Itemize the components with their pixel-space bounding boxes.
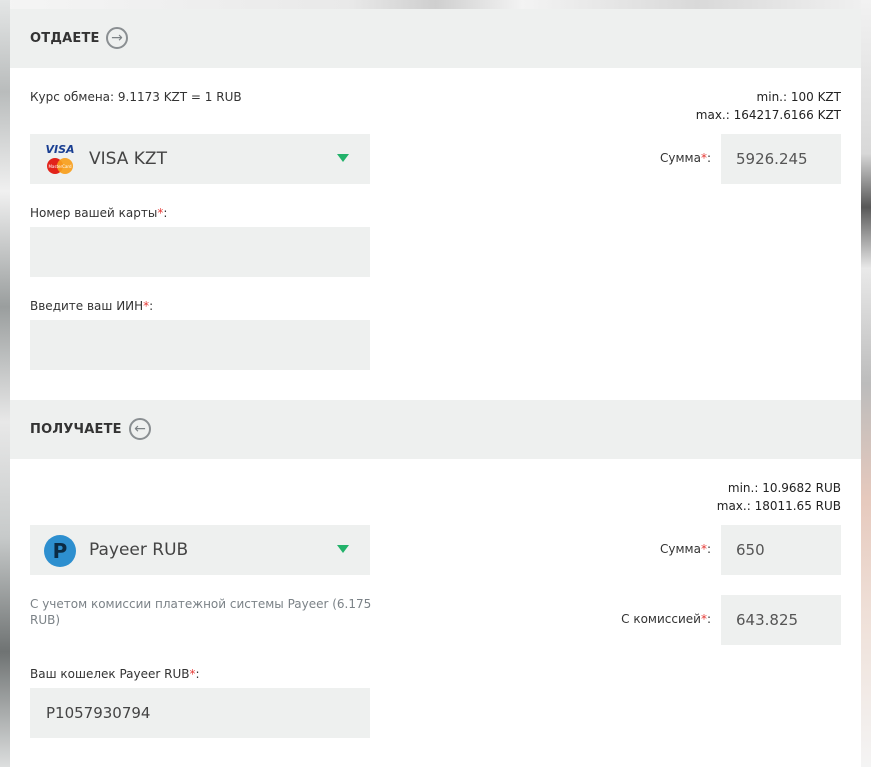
payeer-icon: P <box>44 535 76 567</box>
svg-text:VISA: VISA <box>45 143 74 156</box>
give-currency-label: VISA KZT <box>89 149 167 169</box>
receive-section-title: ПОЛУЧАЕТЕ <box>30 422 122 437</box>
arrow-left-icon: ← <box>129 418 151 440</box>
iin-label: Введите ваш ИИН*: <box>30 299 154 313</box>
give-amount-value: 5926.245 <box>736 150 808 168</box>
visa-mastercard-icon: VISA MasterCard <box>45 143 75 174</box>
card-number-label: Номер вашей карты*: <box>30 206 168 220</box>
receive-currency-select[interactable]: P Payeer RUB <box>30 525 370 575</box>
give-max-amount: max.: 164217.6166 KZT <box>695 108 841 122</box>
give-amount-input[interactable]: 5926.245 <box>721 134 841 184</box>
exchange-rate: Курс обмена: 9.1173 KZT = 1 RUB <box>30 90 242 104</box>
fee-note: С учетом комиссии платежной системы Paye… <box>30 597 372 627</box>
give-min-amount: min.: 100 KZT <box>756 90 841 104</box>
give-currency-select[interactable]: VISA MasterCard VISA KZT <box>30 134 370 184</box>
receive-max-amount: max.: 18011.65 RUB <box>716 499 841 513</box>
card-number-input[interactable] <box>30 227 370 277</box>
with-fee-input[interactable]: 643.825 <box>721 595 841 645</box>
wallet-input[interactable]: P1057930794 <box>30 688 370 738</box>
background-right <box>861 0 871 767</box>
receive-min-amount: min.: 10.9682 RUB <box>727 481 841 495</box>
background-top <box>0 0 871 9</box>
iin-input[interactable] <box>30 320 370 370</box>
with-fee-label: С комиссией*: <box>621 612 711 626</box>
svg-text:MasterCard: MasterCard <box>48 164 71 169</box>
receive-amount-input[interactable]: 650 <box>721 525 841 575</box>
receive-amount-label: Сумма*: <box>660 542 711 556</box>
give-section-title: ОТДАЕТЕ <box>30 31 100 46</box>
exchange-form-card: ОТДАЕТЕ → Курс обмена: 9.1173 KZT = 1 RU… <box>10 9 861 767</box>
wallet-value: P1057930794 <box>46 704 151 722</box>
background-left <box>0 0 10 767</box>
arrow-right-icon: → <box>106 27 128 49</box>
give-section-header: ОТДАЕТЕ → <box>10 9 861 68</box>
wallet-label: Ваш кошелек Payeer RUB*: <box>30 667 200 681</box>
receive-currency-label: Payeer RUB <box>89 540 189 560</box>
with-fee-value: 643.825 <box>736 611 799 629</box>
receive-section-header: ПОЛУЧАЕТЕ ← <box>10 400 861 459</box>
give-amount-label: Сумма*: <box>660 151 711 165</box>
receive-amount-value: 650 <box>736 541 765 559</box>
chevron-down-icon <box>337 545 349 553</box>
chevron-down-icon <box>337 154 349 162</box>
